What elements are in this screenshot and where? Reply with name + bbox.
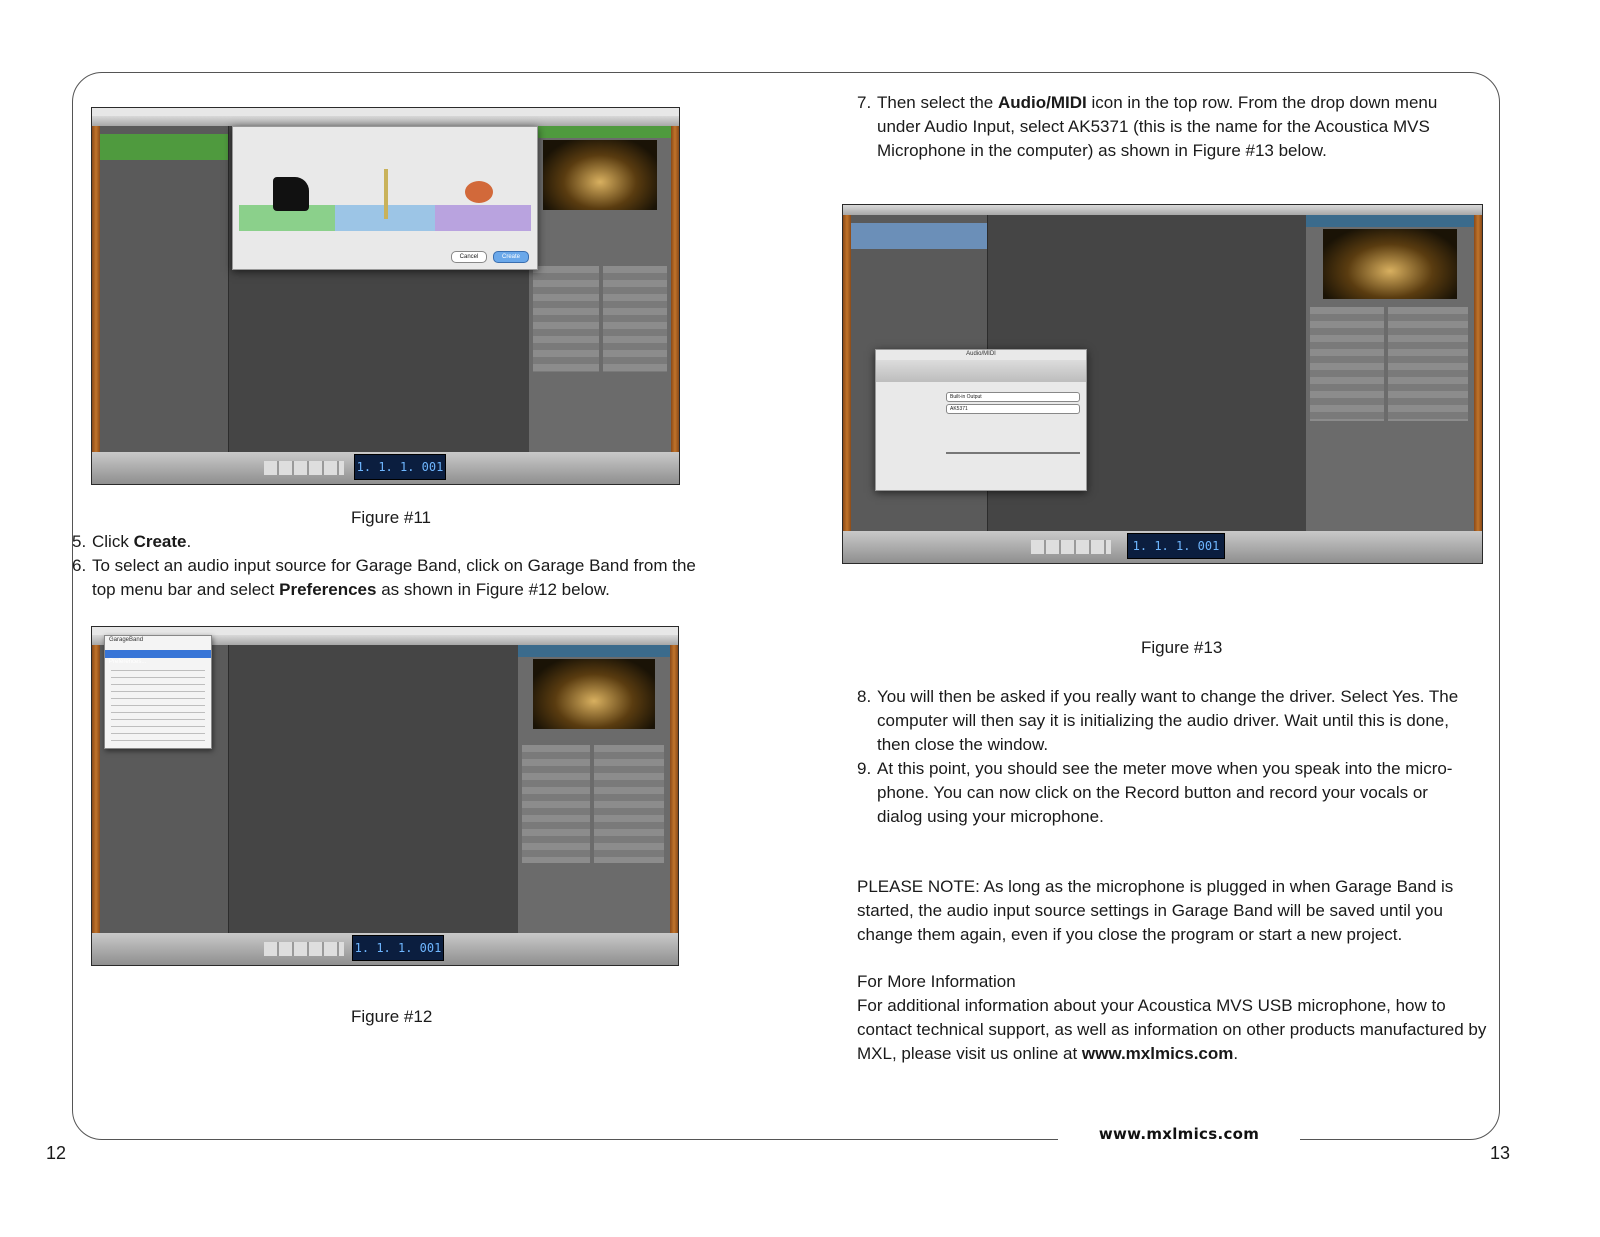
step-5: 5. Click Create. [72, 530, 712, 554]
step-7-block: 7. Then select the Audio/MIDI icon in th… [857, 91, 1477, 163]
step-8: 8. You will then be asked if you really … [857, 685, 1477, 757]
step-bold: Preferences [279, 580, 377, 599]
transport-buttons[interactable] [1031, 540, 1111, 554]
piano-artwork [543, 140, 657, 210]
category-list [533, 266, 599, 372]
piano-icon [273, 177, 309, 211]
transport-bar: 1. 1. 1. 001 [843, 531, 1482, 563]
step-number: 8. [857, 687, 872, 706]
instrument-choices [239, 141, 531, 231]
transport-buttons[interactable] [264, 461, 344, 475]
transport-bar: 1. 1. 1. 001 [92, 452, 679, 484]
steps-8-9: 8. You will then be asked if you really … [857, 685, 1477, 829]
time-display: 1. 1. 1. 001 [352, 935, 444, 961]
preferences-menu-item[interactable]: Preferences... [105, 650, 211, 665]
prefs-toolbar [876, 360, 1086, 382]
step-text-end: . [186, 532, 192, 551]
step-number: 6. [72, 556, 87, 575]
sensitivity-slider[interactable] [946, 452, 1080, 454]
transport-bar: 1. 1. 1. 001 [92, 933, 678, 965]
step-text: Then select the [877, 93, 998, 112]
panel-tabs [1306, 215, 1474, 227]
instrument-artwork [533, 659, 655, 729]
transport-buttons[interactable] [264, 942, 344, 956]
step-bold: Create [133, 532, 187, 551]
audio-input-value: AK5371 [950, 406, 968, 412]
timeline-area [229, 645, 518, 933]
menu-items [111, 664, 205, 742]
step-7: 7. Then select the Audio/MIDI icon in th… [857, 91, 1477, 163]
figure-12-caption: Figure #12 [351, 1007, 433, 1026]
window-titlebar [92, 116, 679, 126]
please-note: PLEASE NOTE: As long as the microphone i… [857, 877, 1454, 944]
electric-guitar-choice[interactable] [434, 205, 531, 231]
new-track-dialog: Cancel Create [232, 126, 538, 270]
step-text: You will then be asked if you really wan… [877, 687, 1459, 754]
more-info-text: For additional information about your Ac… [857, 994, 1497, 1066]
instrument-panel [529, 126, 671, 452]
preset-list [594, 745, 664, 863]
figure-11-screenshot: Cancel Create 1. 1. 1. 001 [91, 107, 680, 485]
page-number-left: 12 [46, 1143, 67, 1163]
audio-midi-dialog: Audio/MIDI Built-in Output AK5371 [875, 349, 1087, 491]
panel-tabs [529, 126, 671, 138]
step-6: 6. To select an audio input source for G… [72, 554, 712, 602]
website-link[interactable]: www.mxlmics.com [1082, 1044, 1233, 1063]
audio-output-row[interactable]: Built-in Output [946, 392, 1080, 402]
step-number: 5. [72, 532, 87, 551]
mac-menubar [92, 627, 678, 635]
track-header [100, 134, 228, 160]
left-steps: 5. Click Create. 6. To select an audio i… [72, 530, 712, 602]
category-list [522, 745, 590, 863]
create-button[interactable]: Create [493, 251, 529, 263]
menu-title: GarageBand [109, 637, 144, 643]
step-text: Click [92, 532, 134, 551]
time-display: 1. 1. 1. 001 [354, 454, 446, 480]
figure-13-caption: Figure #13 [1141, 638, 1223, 657]
instrument-panel [1306, 215, 1474, 531]
wood-trim-right [670, 645, 678, 965]
figure-11-caption: Figure #11 [351, 508, 432, 527]
track-header [851, 223, 987, 249]
more-info-block: For More Information For additional info… [857, 970, 1497, 1066]
panel-tabs [518, 645, 670, 657]
more-info-end: . [1233, 1044, 1239, 1063]
step-9: 9. At this point, you should see the met… [857, 757, 1477, 829]
step-text: At this point, you should see the meter … [877, 759, 1453, 826]
wood-trim-right [671, 126, 679, 484]
step-bold: Audio/MIDI [997, 93, 1087, 112]
figure-13-screenshot: Audio/MIDI Built-in Output AK5371 1. 1. … [842, 204, 1483, 564]
audio-input-row[interactable]: AK5371 [946, 404, 1080, 414]
track-list [100, 126, 229, 452]
cancel-button[interactable]: Cancel [451, 251, 487, 263]
dialog-title: Audio/MIDI [966, 351, 996, 357]
microphone-icon [384, 169, 388, 219]
loop-browser-panel [518, 645, 670, 933]
instrument-list [603, 266, 667, 372]
footer-url[interactable]: www.mxlmics.com [1058, 1125, 1300, 1143]
page-number-right: 13 [1490, 1143, 1511, 1163]
wood-trim-left [92, 645, 100, 965]
step-number: 9. [857, 759, 872, 778]
audio-output-value: Built-in Output [950, 394, 982, 400]
instrument-artwork [1322, 229, 1458, 299]
step-number: 7. [857, 93, 872, 112]
wood-trim-left [92, 126, 100, 484]
mac-menubar [92, 108, 679, 116]
garageband-menu: GarageBand Preferences... [104, 635, 212, 749]
preset-list [1388, 307, 1468, 421]
window-titlebar [843, 205, 1482, 215]
wood-trim-right [1474, 215, 1482, 563]
more-info-heading: For More Information [857, 972, 1016, 991]
wood-trim-left [843, 215, 851, 563]
figure-12-screenshot: GarageBand Preferences... 1. 1. 1. 001 [91, 626, 679, 966]
step-text-end: as shown in Figure #12 below. [376, 580, 610, 599]
guitar-icon [465, 181, 493, 203]
time-display: 1. 1. 1. 001 [1127, 533, 1225, 559]
category-list [1310, 307, 1384, 421]
